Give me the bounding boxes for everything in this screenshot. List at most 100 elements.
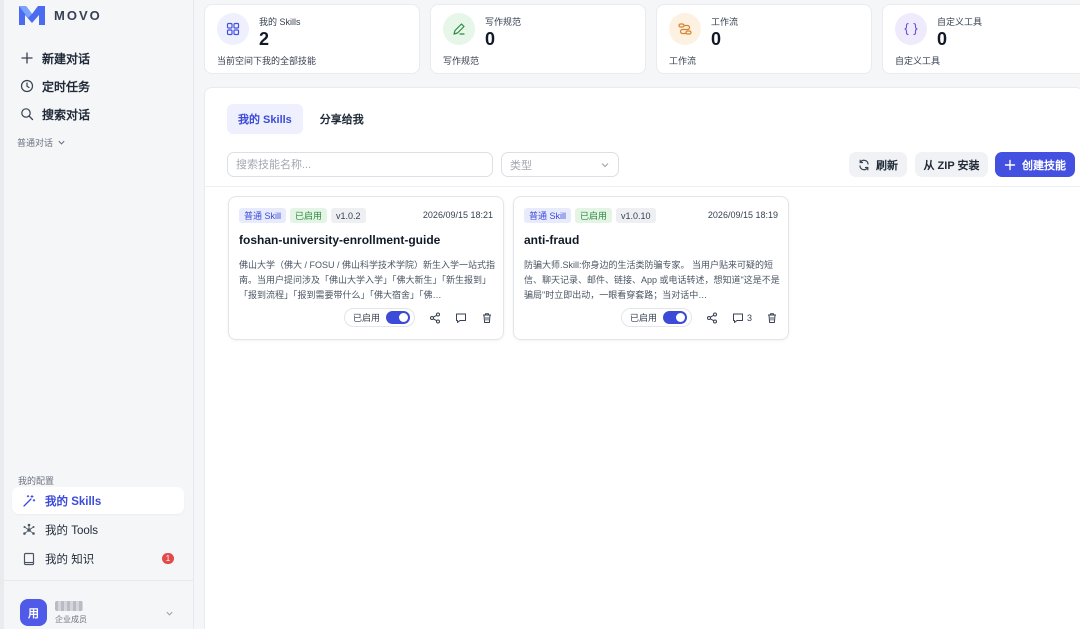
enable-toggle[interactable] — [663, 311, 687, 324]
stat-icon-badge — [669, 13, 701, 45]
stat-card-skills[interactable]: 我的 Skills 2 当前空间下我的全部技能 — [204, 4, 420, 74]
share-icon — [430, 312, 440, 323]
skill-date: 2026/09/15 18:19 — [707, 210, 778, 220]
search-icon — [21, 108, 34, 121]
skill-chips: 普通 Skill 已启用 v1.0.2 — [239, 208, 366, 223]
brand-name: MOVO — [54, 7, 102, 23]
search-chats-button[interactable]: 搜索对话 — [14, 100, 184, 128]
comment-button[interactable]: 3 — [732, 312, 752, 324]
share-button[interactable] — [706, 312, 718, 324]
stat-label: 我的 Skills — [259, 17, 301, 27]
stat-label: 写作规范 — [485, 17, 522, 27]
skill-card[interactable]: 普通 Skill 已启用 v1.0.2 2026/09/15 18:21 fos… — [228, 196, 504, 340]
skill-version-chip: v1.0.2 — [331, 208, 366, 223]
skill-title: foshan-university-enrollment-guide — [239, 233, 441, 247]
comment-count: 3 — [746, 312, 752, 323]
share-icon — [707, 312, 717, 323]
trash-icon — [768, 312, 776, 323]
trash-icon — [483, 312, 491, 323]
comment-icon — [732, 313, 743, 323]
refresh-icon — [859, 159, 869, 170]
install-from-zip-button[interactable]: 从 ZIP 安装 — [915, 152, 988, 177]
sidebar-item-label: 我的 Skills — [45, 495, 102, 508]
stat-icon-badge — [895, 13, 927, 45]
share-button[interactable] — [429, 312, 441, 324]
sidebar-nav: 新建对话 定时任务 搜索对话 普通对话 — [14, 44, 184, 149]
delete-button[interactable] — [481, 312, 493, 324]
skill-date: 2026/09/15 18:21 — [422, 210, 493, 220]
stat-desc: 写作规范 — [443, 56, 480, 66]
skill-status-chip: 已启用 — [575, 208, 613, 223]
sidebar-item-my-knowledge[interactable]: 我的 知识 1 — [12, 545, 184, 572]
tab-bar: 我的 Skills 分享给我 — [227, 104, 375, 134]
new-chat-button[interactable]: 新建对话 — [14, 44, 184, 72]
plus-icon — [1004, 159, 1016, 170]
stat-card-workflow[interactable]: 工作流 0 工作流 — [656, 4, 872, 74]
skills-panel: 我的 Skills 分享给我 类型 刷新 从 ZIP 安装 创建技能 普通 Sk… — [204, 87, 1080, 629]
sidebar-item-label: 我的 Tools — [45, 524, 99, 537]
enable-toggle[interactable] — [386, 311, 410, 324]
avatar: 用 — [20, 599, 47, 626]
nav-label: 新建对话 — [42, 51, 91, 66]
chat-group-toggle[interactable]: 普通对话 — [14, 136, 184, 149]
comment-button[interactable] — [455, 312, 467, 324]
skill-actions: 已启用 — [343, 308, 493, 327]
create-skill-label: 创建技能 — [1022, 159, 1066, 172]
stat-label: 工作流 — [711, 17, 739, 27]
workflow-icon — [678, 23, 692, 35]
nav-label: 定时任务 — [42, 79, 91, 94]
skill-card[interactable]: 普通 Skill 已启用 v1.0.10 2026/09/15 18:19 an… — [513, 196, 789, 340]
tab-my-skills[interactable]: 我的 Skills — [227, 104, 303, 134]
sidebar-item-my-skills[interactable]: 我的 Skills — [12, 487, 184, 514]
skill-description: 防骗大师.Skill:你身边的生活类防骗专家。 当用户贴来可疑的短信、聊天记录、… — [524, 260, 780, 300]
skill-version-chip: v1.0.10 — [616, 208, 656, 223]
skill-description: 佛山大学（佛大 / FOSU / 佛山科学技术学院）新生入学一站式指南。当用户提… — [239, 260, 495, 300]
plus-icon — [21, 52, 33, 64]
user-profile[interactable]: 用 ██ 企业成员 — [0, 580, 194, 629]
stat-desc: 工作流 — [669, 56, 697, 66]
type-filter-select[interactable]: 类型 — [501, 152, 619, 177]
stat-desc: 当前空间下我的全部技能 — [217, 56, 317, 66]
create-skill-button[interactable]: 创建技能 — [995, 152, 1075, 177]
chevron-down-icon — [601, 163, 609, 168]
chevron-down-icon — [58, 140, 65, 145]
type-filter-placeholder: 类型 — [510, 159, 532, 172]
stat-value: 0 — [485, 29, 496, 49]
nav-label: 搜索对话 — [42, 107, 91, 122]
stat-card-writing-rules[interactable]: 写作规范 0 写作规范 — [430, 4, 646, 74]
sidebar-item-label: 我的 知识 — [45, 553, 95, 566]
stat-desc: 自定义工具 — [895, 56, 941, 66]
braces-icon — [904, 22, 918, 36]
stat-icon-badge — [217, 13, 249, 45]
stat-value: 0 — [711, 29, 722, 49]
toggle-label: 已启用 — [352, 313, 380, 323]
brand[interactable]: MOVO — [18, 4, 102, 26]
toggle-label: 已启用 — [629, 313, 657, 323]
grid-icon — [226, 22, 240, 36]
skill-actions: 已启用 3 — [620, 308, 778, 327]
sidebar: MOVO 新建对话 定时任务 搜索对话 普通对话 我的配置 我的 Skills … — [0, 0, 194, 629]
refresh-button[interactable]: 刷新 — [849, 152, 907, 177]
scheduled-tasks-button[interactable]: 定时任务 — [14, 72, 184, 100]
tab-shared-with-me[interactable]: 分享给我 — [309, 104, 375, 134]
stat-icon-badge — [443, 13, 475, 45]
main-content: 我的 Skills 2 当前空间下我的全部技能 写作规范 0 写作规范 工作流 … — [194, 0, 1080, 629]
network-icon — [23, 523, 35, 535]
delete-button[interactable] — [766, 312, 778, 324]
refresh-label: 刷新 — [876, 159, 898, 172]
clock-icon — [20, 79, 34, 93]
enable-toggle-group[interactable]: 已启用 — [620, 308, 692, 327]
skill-chips: 普通 Skill 已启用 v1.0.10 — [524, 208, 656, 223]
user-role: 企业成员 — [55, 615, 87, 624]
divider — [205, 186, 1080, 187]
chevron-down-icon — [166, 611, 173, 616]
skill-search-input[interactable] — [227, 152, 493, 177]
config-section-label: 我的配置 — [18, 476, 55, 486]
stat-card-custom-tools[interactable]: 自定义工具 0 自定义工具 — [882, 4, 1080, 74]
sidebar-item-my-tools[interactable]: 我的 Tools — [12, 516, 184, 543]
enable-toggle-group[interactable]: 已启用 — [343, 308, 415, 327]
stat-value: 0 — [937, 29, 948, 49]
book-icon — [23, 552, 35, 565]
user-name: ██ — [55, 601, 83, 611]
skill-type-chip: 普通 Skill — [524, 208, 572, 223]
